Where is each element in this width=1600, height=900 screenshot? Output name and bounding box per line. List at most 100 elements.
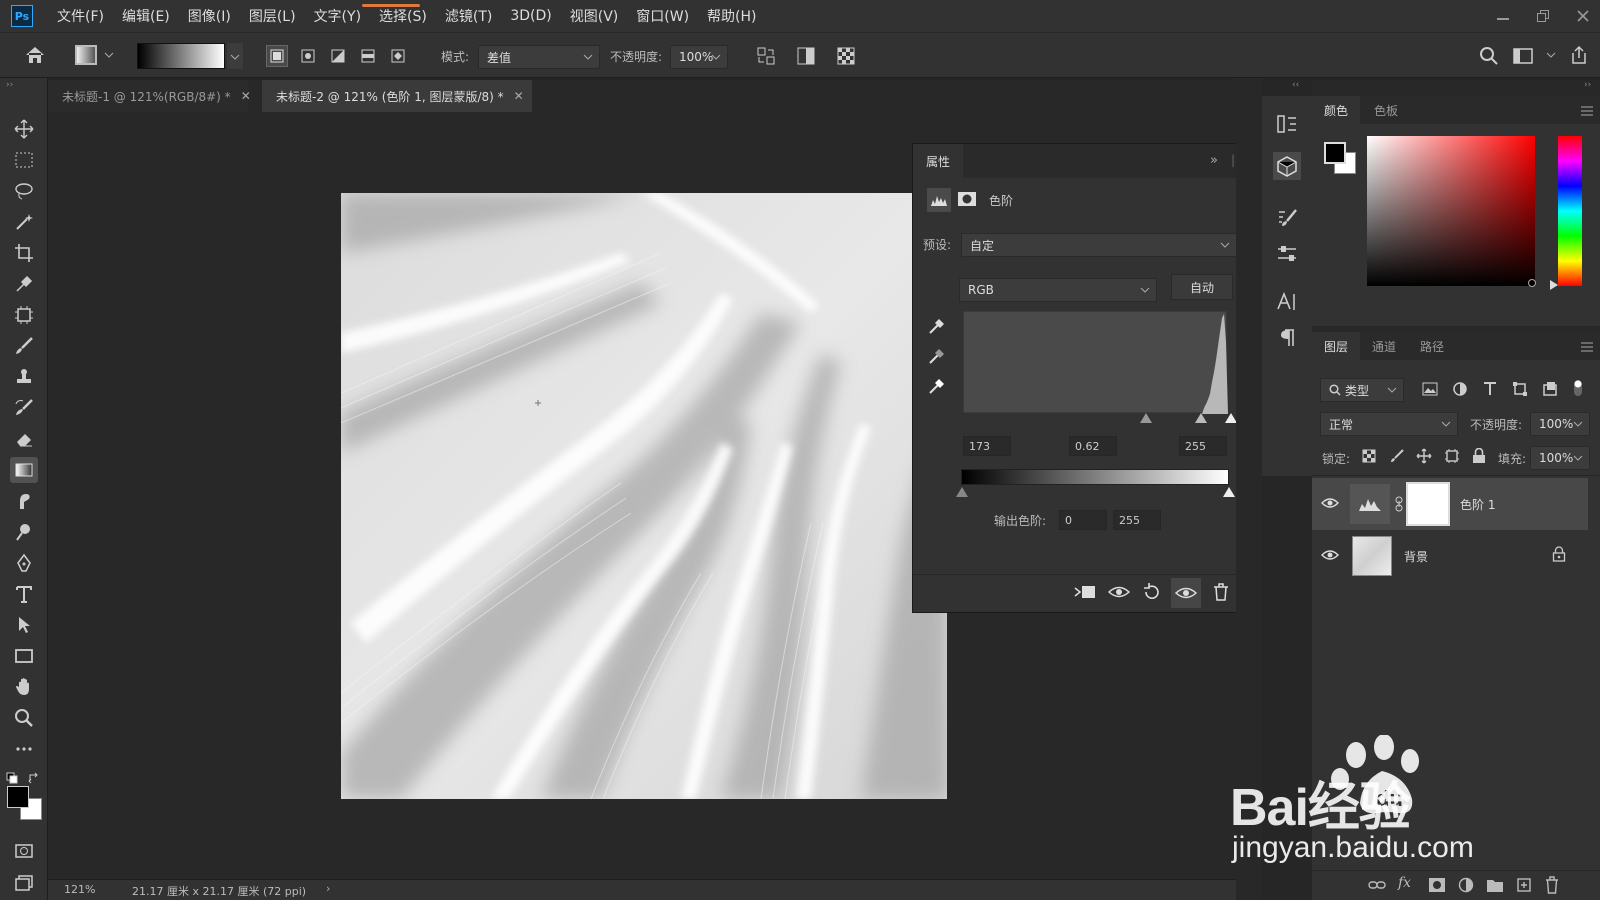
layer-opacity-dropdown[interactable]: 100%: [1530, 412, 1590, 436]
panel-menu-icon[interactable]: [1580, 341, 1594, 353]
eyedropper-tool-icon[interactable]: [10, 271, 38, 297]
add-mask-icon[interactable]: [1428, 877, 1446, 893]
reverse-icon[interactable]: [755, 45, 777, 67]
marquee-tool-icon[interactable]: [10, 147, 38, 173]
eraser-tool-icon[interactable]: [10, 426, 38, 452]
filter-toggle-icon[interactable]: [1572, 379, 1584, 397]
link-icon[interactable]: [1394, 496, 1404, 512]
clip-to-layer-icon[interactable]: [1073, 582, 1097, 602]
gradient-tool-icon[interactable]: [10, 457, 38, 483]
lasso-tool-icon[interactable]: [10, 178, 38, 204]
tab-properties[interactable]: 属性: [913, 144, 963, 178]
layer-name[interactable]: 色阶 1: [1460, 496, 1495, 513]
character-panel-icon[interactable]: [1273, 288, 1301, 316]
auto-button[interactable]: 自动: [1171, 274, 1233, 300]
gradient-tool-preset-icon[interactable]: [75, 45, 97, 65]
lock-transparent-icon[interactable]: [1362, 449, 1376, 463]
history-brush-tool-icon[interactable]: [10, 395, 38, 421]
home-icon[interactable]: [24, 45, 46, 65]
gray-point-eyedropper-icon[interactable]: [927, 346, 947, 366]
input-gamma-field[interactable]: 0.62: [1069, 436, 1117, 456]
chevron-right-icon[interactable]: ›: [326, 882, 330, 895]
layer-filter-dropdown[interactable]: 类型: [1320, 378, 1404, 402]
linear-gradient-button[interactable]: [266, 45, 288, 67]
collapse-icon[interactable]: ‹‹: [1292, 80, 1299, 90]
expand-icon[interactable]: »: [1210, 153, 1218, 168]
adjustments-panel-icon[interactable]: [1273, 240, 1301, 268]
menu-filter[interactable]: 滤镜(T): [445, 6, 492, 26]
chevron-down-icon[interactable]: [1546, 51, 1556, 59]
menu-select[interactable]: 选择(S): [379, 6, 427, 26]
radial-gradient-button[interactable]: [297, 45, 319, 67]
hue-slider[interactable]: [1558, 136, 1582, 286]
document-canvas[interactable]: [341, 193, 947, 799]
layer-row-levels[interactable]: 色阶 1: [1312, 478, 1588, 530]
transparency-icon[interactable]: [835, 45, 857, 67]
collapse-icon[interactable]: ››: [6, 80, 13, 90]
angle-gradient-button[interactable]: [327, 45, 349, 67]
eye-icon[interactable]: [1321, 548, 1339, 562]
chevron-down-icon[interactable]: [104, 51, 114, 59]
gradient-picker-dropdown[interactable]: [227, 43, 243, 69]
output-black-field[interactable]: 0: [1059, 510, 1107, 530]
color-field[interactable]: [1367, 136, 1536, 287]
close-icon[interactable]: ✕: [241, 89, 251, 103]
reflected-gradient-button[interactable]: [357, 45, 379, 67]
menu-view[interactable]: 视图(V): [570, 6, 619, 26]
visibility-toggle-button[interactable]: [1171, 578, 1201, 608]
tab-document-2[interactable]: 未标题-2 @ 121% (色阶 1, 图层蒙版/8) * ✕: [262, 80, 532, 112]
blend-mode-dropdown[interactable]: 正常: [1320, 412, 1458, 436]
swap-colors-icon[interactable]: [28, 772, 40, 784]
path-selection-tool-icon[interactable]: [10, 612, 38, 638]
layer-name[interactable]: 背景: [1404, 548, 1428, 565]
lock-artboard-icon[interactable]: [1444, 448, 1460, 464]
close-window-icon[interactable]: [1576, 9, 1590, 23]
output-white-field[interactable]: 255: [1113, 510, 1161, 530]
input-white-field[interactable]: 255: [1179, 436, 1227, 456]
foreground-color-swatch[interactable]: [1324, 142, 1346, 164]
3d-panel-icon[interactable]: [1273, 152, 1301, 180]
new-adjustment-layer-icon[interactable]: [1458, 877, 1474, 893]
output-white-slider[interactable]: [1223, 487, 1235, 497]
tab-layers[interactable]: 图层: [1324, 338, 1348, 355]
menu-layer[interactable]: 图层(L): [249, 6, 296, 26]
pixel-filter-icon[interactable]: [1422, 381, 1438, 397]
smudge-tool-icon[interactable]: [10, 488, 38, 514]
dither-icon[interactable]: [795, 45, 817, 67]
close-icon[interactable]: ✕: [514, 89, 524, 103]
adjustment-filter-icon[interactable]: [1452, 381, 1468, 397]
brush-tool-icon[interactable]: [10, 333, 38, 359]
eye-icon[interactable]: [1321, 496, 1339, 510]
quick-mask-icon[interactable]: [10, 838, 38, 864]
menu-help[interactable]: 帮助(H): [707, 6, 756, 26]
new-layer-icon[interactable]: [1516, 877, 1532, 893]
dodge-tool-icon[interactable]: [10, 519, 38, 545]
paragraph-panel-icon[interactable]: [1273, 324, 1301, 352]
screen-mode-icon[interactable]: [10, 870, 38, 896]
tab-color[interactable]: 颜色: [1324, 102, 1348, 119]
trash-icon[interactable]: [1211, 582, 1231, 602]
white-point-eyedropper-icon[interactable]: [927, 376, 947, 396]
tab-document-1[interactable]: 未标题-1 @ 121%(RGB/8#) * ✕: [48, 80, 251, 112]
fx-icon[interactable]: fx: [1398, 875, 1411, 891]
zoom-tool-icon[interactable]: [10, 705, 38, 731]
foreground-color-swatch[interactable]: [7, 786, 29, 808]
frame-tool-icon[interactable]: [10, 302, 38, 328]
fill-dropdown[interactable]: 100%: [1530, 446, 1590, 470]
history-panel-icon[interactable]: [1273, 110, 1301, 138]
menu-window[interactable]: 窗口(W): [636, 6, 689, 26]
menu-image[interactable]: 图像(I): [188, 6, 231, 26]
black-point-eyedropper-icon[interactable]: [927, 316, 947, 336]
opacity-dropdown[interactable]: 100%: [670, 45, 728, 69]
collapse-icon[interactable]: ››: [1584, 80, 1591, 90]
reset-icon[interactable]: [1141, 582, 1163, 602]
mask-icon[interactable]: [957, 190, 977, 208]
minimize-icon[interactable]: [1496, 9, 1510, 23]
input-gamma-slider[interactable]: [1195, 413, 1207, 423]
menu-edit[interactable]: 编辑(E): [122, 6, 170, 26]
shape-filter-icon[interactable]: [1512, 381, 1528, 397]
rectangle-tool-icon[interactable]: [10, 643, 38, 669]
brush-settings-icon[interactable]: [1273, 204, 1301, 232]
levels-icon[interactable]: [927, 188, 951, 212]
diamond-gradient-button[interactable]: [387, 45, 409, 67]
